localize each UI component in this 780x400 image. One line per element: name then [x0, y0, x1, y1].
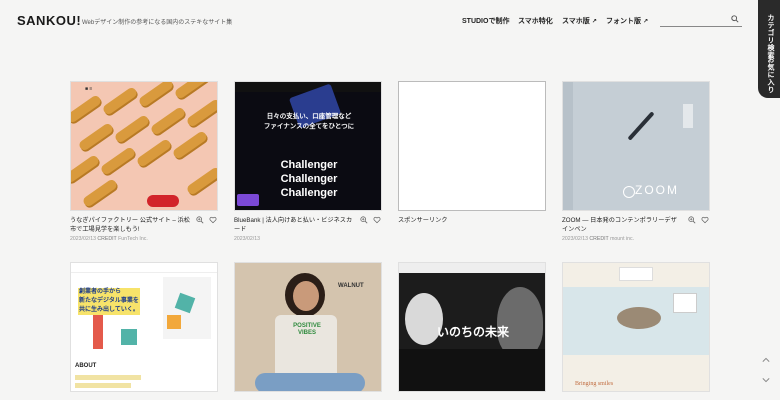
card-thumbnail[interactable]: ■ ≡: [70, 81, 218, 211]
card-thumbnail[interactable]: POSITIVE VIBES WALNUT: [234, 262, 382, 392]
hero-word: Challenger: [280, 173, 338, 185]
external-link-icon: ↗: [591, 19, 597, 25]
card-thumbnail[interactable]: 創業者の手から 新たなデジタル事業を 共に生み出していく。 ABOUT: [70, 262, 218, 392]
hero-text: ファイナンスの全てをひとつに: [263, 123, 355, 130]
side-panel-tab[interactable]: カテゴリ検索 お気に入り: [758, 0, 780, 98]
credit-label: CREDIT: [97, 236, 117, 242]
card-thumbnail[interactable]: ZOOM: [562, 81, 710, 211]
card-meta: 2023/02/13 CREDIT FunTech Inc.: [70, 236, 148, 242]
zoom-in-icon[interactable]: [688, 216, 696, 224]
shirt-text: POSITIVE VIBES: [293, 323, 321, 336]
card-title[interactable]: ZOOM — 日本発のコンテンポラリーデザインペン: [562, 216, 682, 234]
card-date: 2023/02/13: [234, 236, 260, 242]
hero-title: いのちの未来: [436, 325, 509, 339]
external-link-icon: ↗: [643, 19, 649, 25]
card-thumbnail[interactable]: Bringing smiles: [562, 262, 710, 392]
sponsor-ad-slot[interactable]: [398, 81, 546, 211]
search-box: [660, 13, 742, 31]
hero-text: Bringing smiles: [575, 381, 614, 387]
site-header: SANKOU! Webデザイン制作の参考になる国内のステキなサイト集 STUDI…: [0, 0, 780, 44]
category-search-tab[interactable]: カテゴリ検索: [765, 14, 775, 59]
nav-smartphone-specialized[interactable]: スマホ特化: [518, 16, 553, 26]
card-thumbnail[interactable]: いのちの未来: [398, 262, 546, 392]
section-heading: ABOUT: [75, 363, 97, 369]
scroll-up-icon[interactable]: [762, 356, 770, 364]
credit-label: CREDIT: [589, 236, 609, 242]
card-meta: 2023/02/13 CREDIT mount inc.: [562, 236, 634, 242]
card-title[interactable]: うなぎパイファクトリー 公式サイト – 浜松市で工場見学を楽しもう!: [70, 216, 190, 234]
search-input[interactable]: [660, 18, 730, 31]
zoom-in-icon[interactable]: [196, 216, 204, 224]
credit-name[interactable]: FunTech Inc.: [118, 236, 148, 242]
sticker-text: WALNUT: [338, 283, 364, 289]
search-icon[interactable]: [731, 15, 739, 23]
brand-wordmark: ZOOM: [635, 183, 679, 197]
card-thumbnail[interactable]: 日々の支払い、口座管理など ファイナンスの全てをひとつに Challenger …: [234, 81, 382, 211]
site-logo-mark: ■ ≡: [85, 86, 93, 92]
nav-studio[interactable]: STUDIOで制作: [462, 16, 509, 26]
card-date: 2023/02/13: [70, 236, 96, 242]
heart-icon[interactable]: [701, 216, 709, 224]
card-title[interactable]: BlueBank | 法人向けあと払い・ビジネスカード: [234, 216, 354, 234]
heart-icon[interactable]: [373, 216, 381, 224]
site-tagline: Webデザイン制作の参考になる国内のステキなサイト集: [82, 20, 233, 26]
hero-text: 日々の支払い、口座管理など: [266, 113, 352, 120]
hero-text: 創業者の手から 新たなデジタル事業を 共に生み出していく。: [78, 288, 140, 315]
zoom-in-icon[interactable]: [360, 216, 368, 224]
hero-word: Challenger: [280, 159, 338, 171]
favorites-tab[interactable]: お気に入り: [765, 56, 775, 94]
scroll-down-icon[interactable]: [762, 376, 770, 384]
cta-button-preview: [147, 195, 179, 207]
nav-smartphone-version[interactable]: スマホ版 ↗: [562, 16, 597, 26]
card-meta: 2023/02/13: [234, 236, 260, 242]
card-date: 2023/02/13: [562, 236, 588, 242]
credit-name[interactable]: mount inc.: [610, 236, 634, 242]
site-logo[interactable]: SANKOU!: [17, 13, 81, 28]
nav-font-version[interactable]: フォント版 ↗: [606, 16, 648, 26]
sponsor-label: スポンサーリンク: [398, 217, 448, 224]
heart-icon[interactable]: [209, 216, 217, 224]
